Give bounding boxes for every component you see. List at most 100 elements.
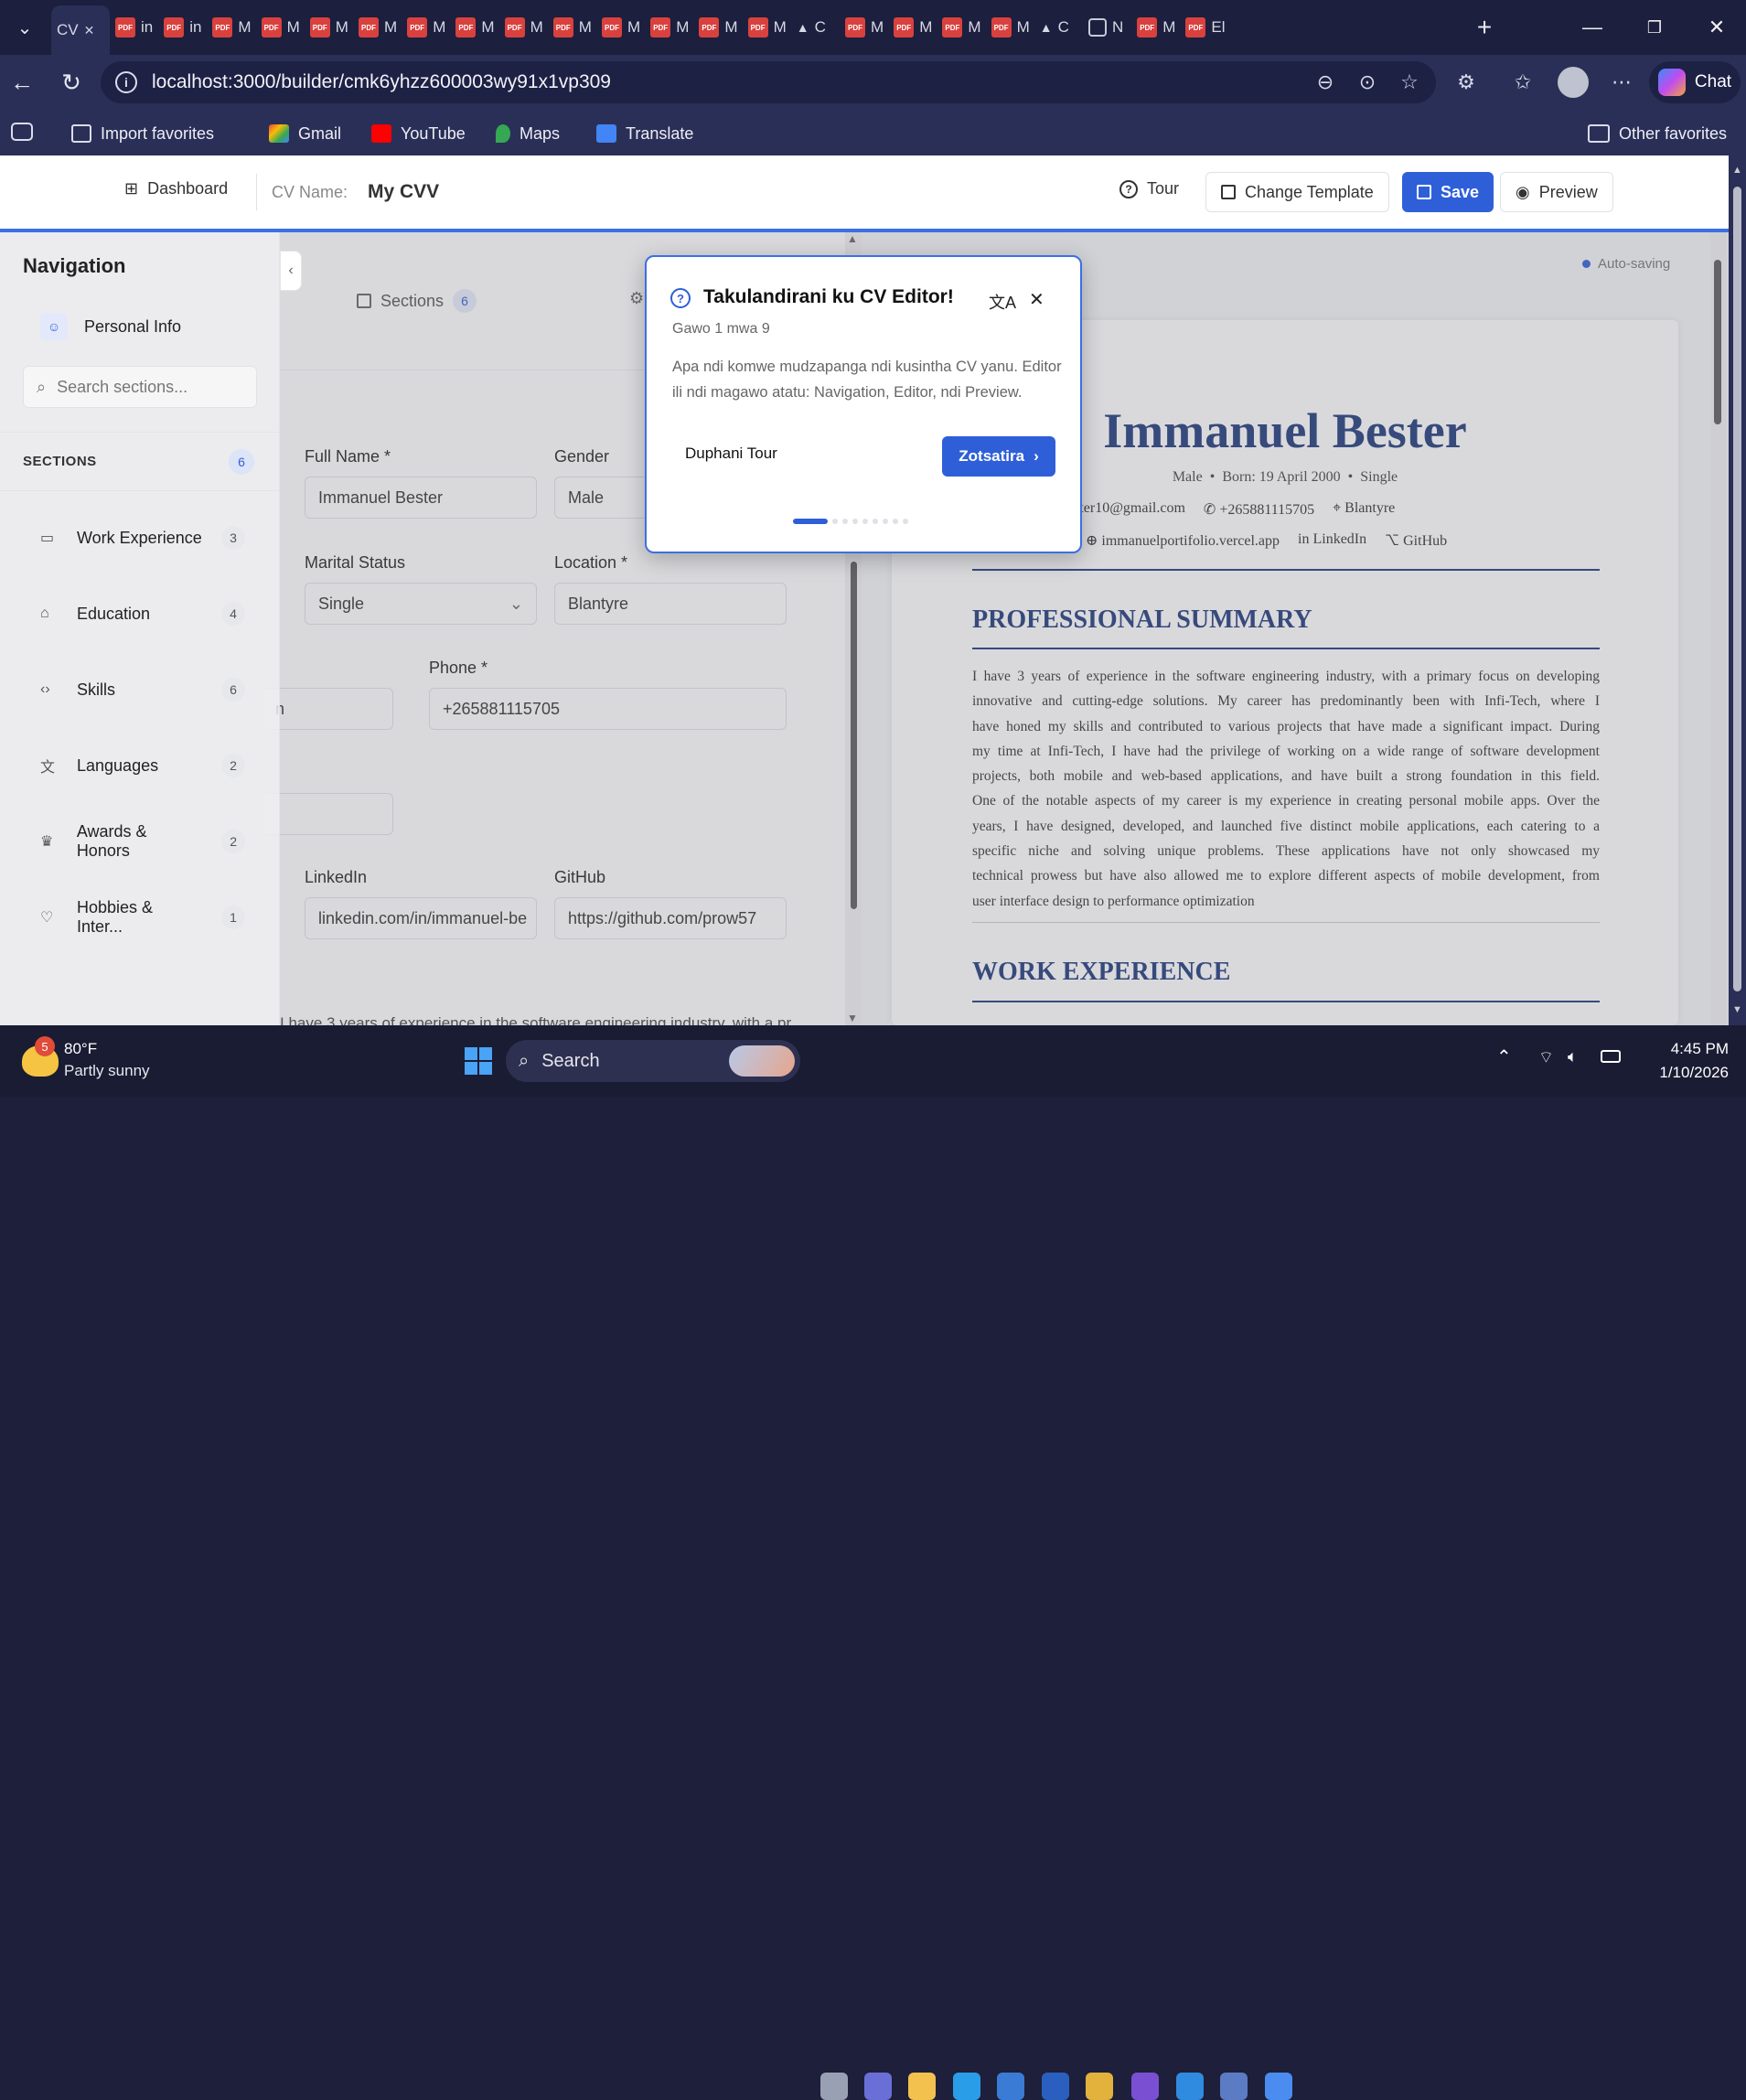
- browser-tab[interactable]: PDF M: [450, 9, 498, 46]
- favorite-translate[interactable]: Translate: [596, 121, 693, 146]
- pdf-icon: PDF: [261, 17, 282, 38]
- refresh-icon[interactable]: ↻: [55, 66, 88, 99]
- sidebar-item-count: 6: [221, 678, 245, 702]
- browser-tab[interactable]: PDF M: [840, 9, 888, 46]
- search-sections-input[interactable]: ⌕ Search sections...: [23, 366, 257, 408]
- browser-tab[interactable]: PDF M: [1131, 9, 1180, 46]
- dashboard-button[interactable]: ⊞ Dashboard: [124, 179, 228, 198]
- translate-icon[interactable]: 文A: [989, 290, 1016, 314]
- browser-tab[interactable]: PDF in: [158, 9, 207, 46]
- browser-tab[interactable]: PDF M: [596, 9, 645, 46]
- more-tools-icon[interactable]: ⊙: [1354, 69, 1381, 96]
- browser-tab[interactable]: PDF M: [937, 9, 985, 46]
- restore-icon[interactable]: ❐: [1623, 0, 1686, 55]
- profile-avatar-icon[interactable]: [1558, 67, 1589, 98]
- weather-condition[interactable]: Partly sunny: [64, 1062, 150, 1080]
- personal-info-item[interactable]: ☺ Personal Info: [24, 302, 258, 351]
- close-window-icon[interactable]: ✕: [1686, 0, 1746, 55]
- browser-tab[interactable]: ▲ C: [791, 9, 840, 46]
- favorite-star-icon[interactable]: ☆: [1396, 69, 1423, 96]
- favorites-list-icon[interactable]: ✩: [1509, 69, 1537, 96]
- volume-icon[interactable]: 🔈︎: [1568, 1047, 1578, 1066]
- sidebar-item-skills[interactable]: ‹› Skills 6: [24, 662, 258, 717]
- browser-tab[interactable]: PDF El: [1180, 9, 1228, 46]
- other-favorites[interactable]: Other favorites: [1588, 121, 1727, 146]
- copilot-chat-button[interactable]: Chat: [1649, 61, 1741, 103]
- browser-tab[interactable]: PDF M: [207, 9, 255, 46]
- tab-list-chevron-icon[interactable]: ⌄: [4, 7, 46, 48]
- chrome-icon[interactable]: [1086, 2073, 1113, 2100]
- next-step-button[interactable]: Zotsatira ›: [942, 436, 1055, 477]
- more-menu-icon[interactable]: ⋯: [1608, 69, 1635, 96]
- browser-tab[interactable]: PDF M: [986, 9, 1034, 46]
- word-icon[interactable]: [1042, 2073, 1069, 2100]
- save-button[interactable]: Save: [1402, 172, 1494, 212]
- scroll-down-arrow-icon[interactable]: ▼: [1732, 1004, 1742, 1015]
- page-scrollbar[interactable]: ▲ ▼: [1729, 155, 1746, 1025]
- clock-date[interactable]: 1/10/2026: [1637, 1064, 1729, 1082]
- sidebar-item-hobbies-inter[interactable]: ♡ Hobbies & Inter... 1: [24, 890, 258, 945]
- battery-icon[interactable]: [1601, 1050, 1621, 1063]
- github-desktop-icon[interactable]: [1131, 2073, 1159, 2100]
- tour-button[interactable]: ? Tour: [1119, 179, 1179, 198]
- browser-tab[interactable]: PDF M: [402, 9, 450, 46]
- page-scrollbar-thumb[interactable]: [1733, 187, 1741, 991]
- zoom-out-icon[interactable]: ⊖: [1312, 69, 1339, 96]
- browser-tab[interactable]: PDF M: [693, 9, 742, 46]
- file-explorer-icon[interactable]: [908, 2073, 936, 2100]
- new-tab-plus-icon[interactable]: +: [1463, 7, 1505, 48]
- sidebar-item-education[interactable]: ⌂ Education 4: [24, 586, 258, 641]
- favorite-import[interactable]: Import favorites: [71, 121, 214, 146]
- browser-tab[interactable]: PDF M: [256, 9, 305, 46]
- change-template-button[interactable]: Change Template: [1205, 172, 1389, 212]
- collapse-chevron-icon[interactable]: ‹: [280, 251, 302, 291]
- copilot-app-icon[interactable]: [1265, 2073, 1292, 2100]
- scroll-up-arrow-icon[interactable]: ▲: [1732, 165, 1742, 176]
- close-tab-icon[interactable]: ✕: [84, 23, 95, 38]
- sidebar-toggle-icon[interactable]: [11, 123, 33, 141]
- tab-label: C: [1057, 18, 1069, 36]
- sidebar-item-awards-honors[interactable]: ♛ Awards & Honors 2: [24, 814, 258, 869]
- browser-tab[interactable]: ▲ C: [1034, 9, 1083, 46]
- minimize-icon[interactable]: —: [1561, 0, 1623, 55]
- teams-icon[interactable]: [864, 2073, 892, 2100]
- browser-tab[interactable]: PDF M: [305, 9, 353, 46]
- browser-tab[interactable]: PDF M: [743, 9, 791, 46]
- favorite-youtube[interactable]: YouTube: [371, 121, 466, 146]
- browser-tab[interactable]: PDF M: [499, 9, 548, 46]
- store-icon[interactable]: [997, 2073, 1024, 2100]
- favorite-maps[interactable]: Maps: [496, 121, 560, 146]
- sidebar-item-work-experience[interactable]: ▭ Work Experience 3: [24, 510, 258, 565]
- browser-tab[interactable]: PDF M: [645, 9, 693, 46]
- browser-tab[interactable]: PDF in: [110, 9, 158, 46]
- tab-label: M: [286, 18, 300, 36]
- wifi-icon[interactable]: ⌔: [1538, 1047, 1554, 1068]
- cv-name-field[interactable]: My CVV: [368, 181, 439, 203]
- preview-button[interactable]: ◉ Preview: [1500, 172, 1613, 212]
- browser-tab[interactable]: CV ✕: [51, 5, 110, 55]
- close-icon[interactable]: ✕: [1029, 288, 1044, 311]
- task-view-icon[interactable]: [820, 2073, 848, 2100]
- tray-chevron-up-icon[interactable]: ⌃: [1496, 1045, 1512, 1068]
- browser-tab[interactable]: PDF M: [548, 9, 596, 46]
- back-arrow-icon[interactable]: ←: [5, 66, 38, 99]
- pgadmin-icon[interactable]: [1220, 2073, 1248, 2100]
- edge-icon[interactable]: [953, 2073, 980, 2100]
- sidebar-item-languages[interactable]: 文 Languages 2: [24, 738, 258, 793]
- url-field[interactable]: i localhost:3000/builder/cmk6yhzz600003w…: [101, 61, 1436, 103]
- skip-tour-button[interactable]: Duphani Tour: [685, 445, 777, 463]
- site-info-icon[interactable]: i: [115, 71, 137, 93]
- tab-label: M: [578, 18, 592, 36]
- extensions-icon[interactable]: ⚙: [1452, 69, 1480, 96]
- pdf-icon: PDF: [602, 17, 622, 38]
- windows-start-icon[interactable]: [465, 1047, 492, 1075]
- vscode-icon[interactable]: [1176, 2073, 1204, 2100]
- browser-tab[interactable]: PDF M: [888, 9, 937, 46]
- clock-time[interactable]: 4:45 PM: [1646, 1040, 1729, 1058]
- browser-tab[interactable]: N: [1083, 9, 1131, 46]
- taskbar-search[interactable]: ⌕ Search: [506, 1040, 800, 1082]
- pdf-icon: PDF: [942, 17, 963, 38]
- favorite-gmail[interactable]: Gmail: [269, 121, 341, 146]
- weather-temperature[interactable]: 80°F: [64, 1040, 97, 1058]
- browser-tab[interactable]: PDF M: [353, 9, 402, 46]
